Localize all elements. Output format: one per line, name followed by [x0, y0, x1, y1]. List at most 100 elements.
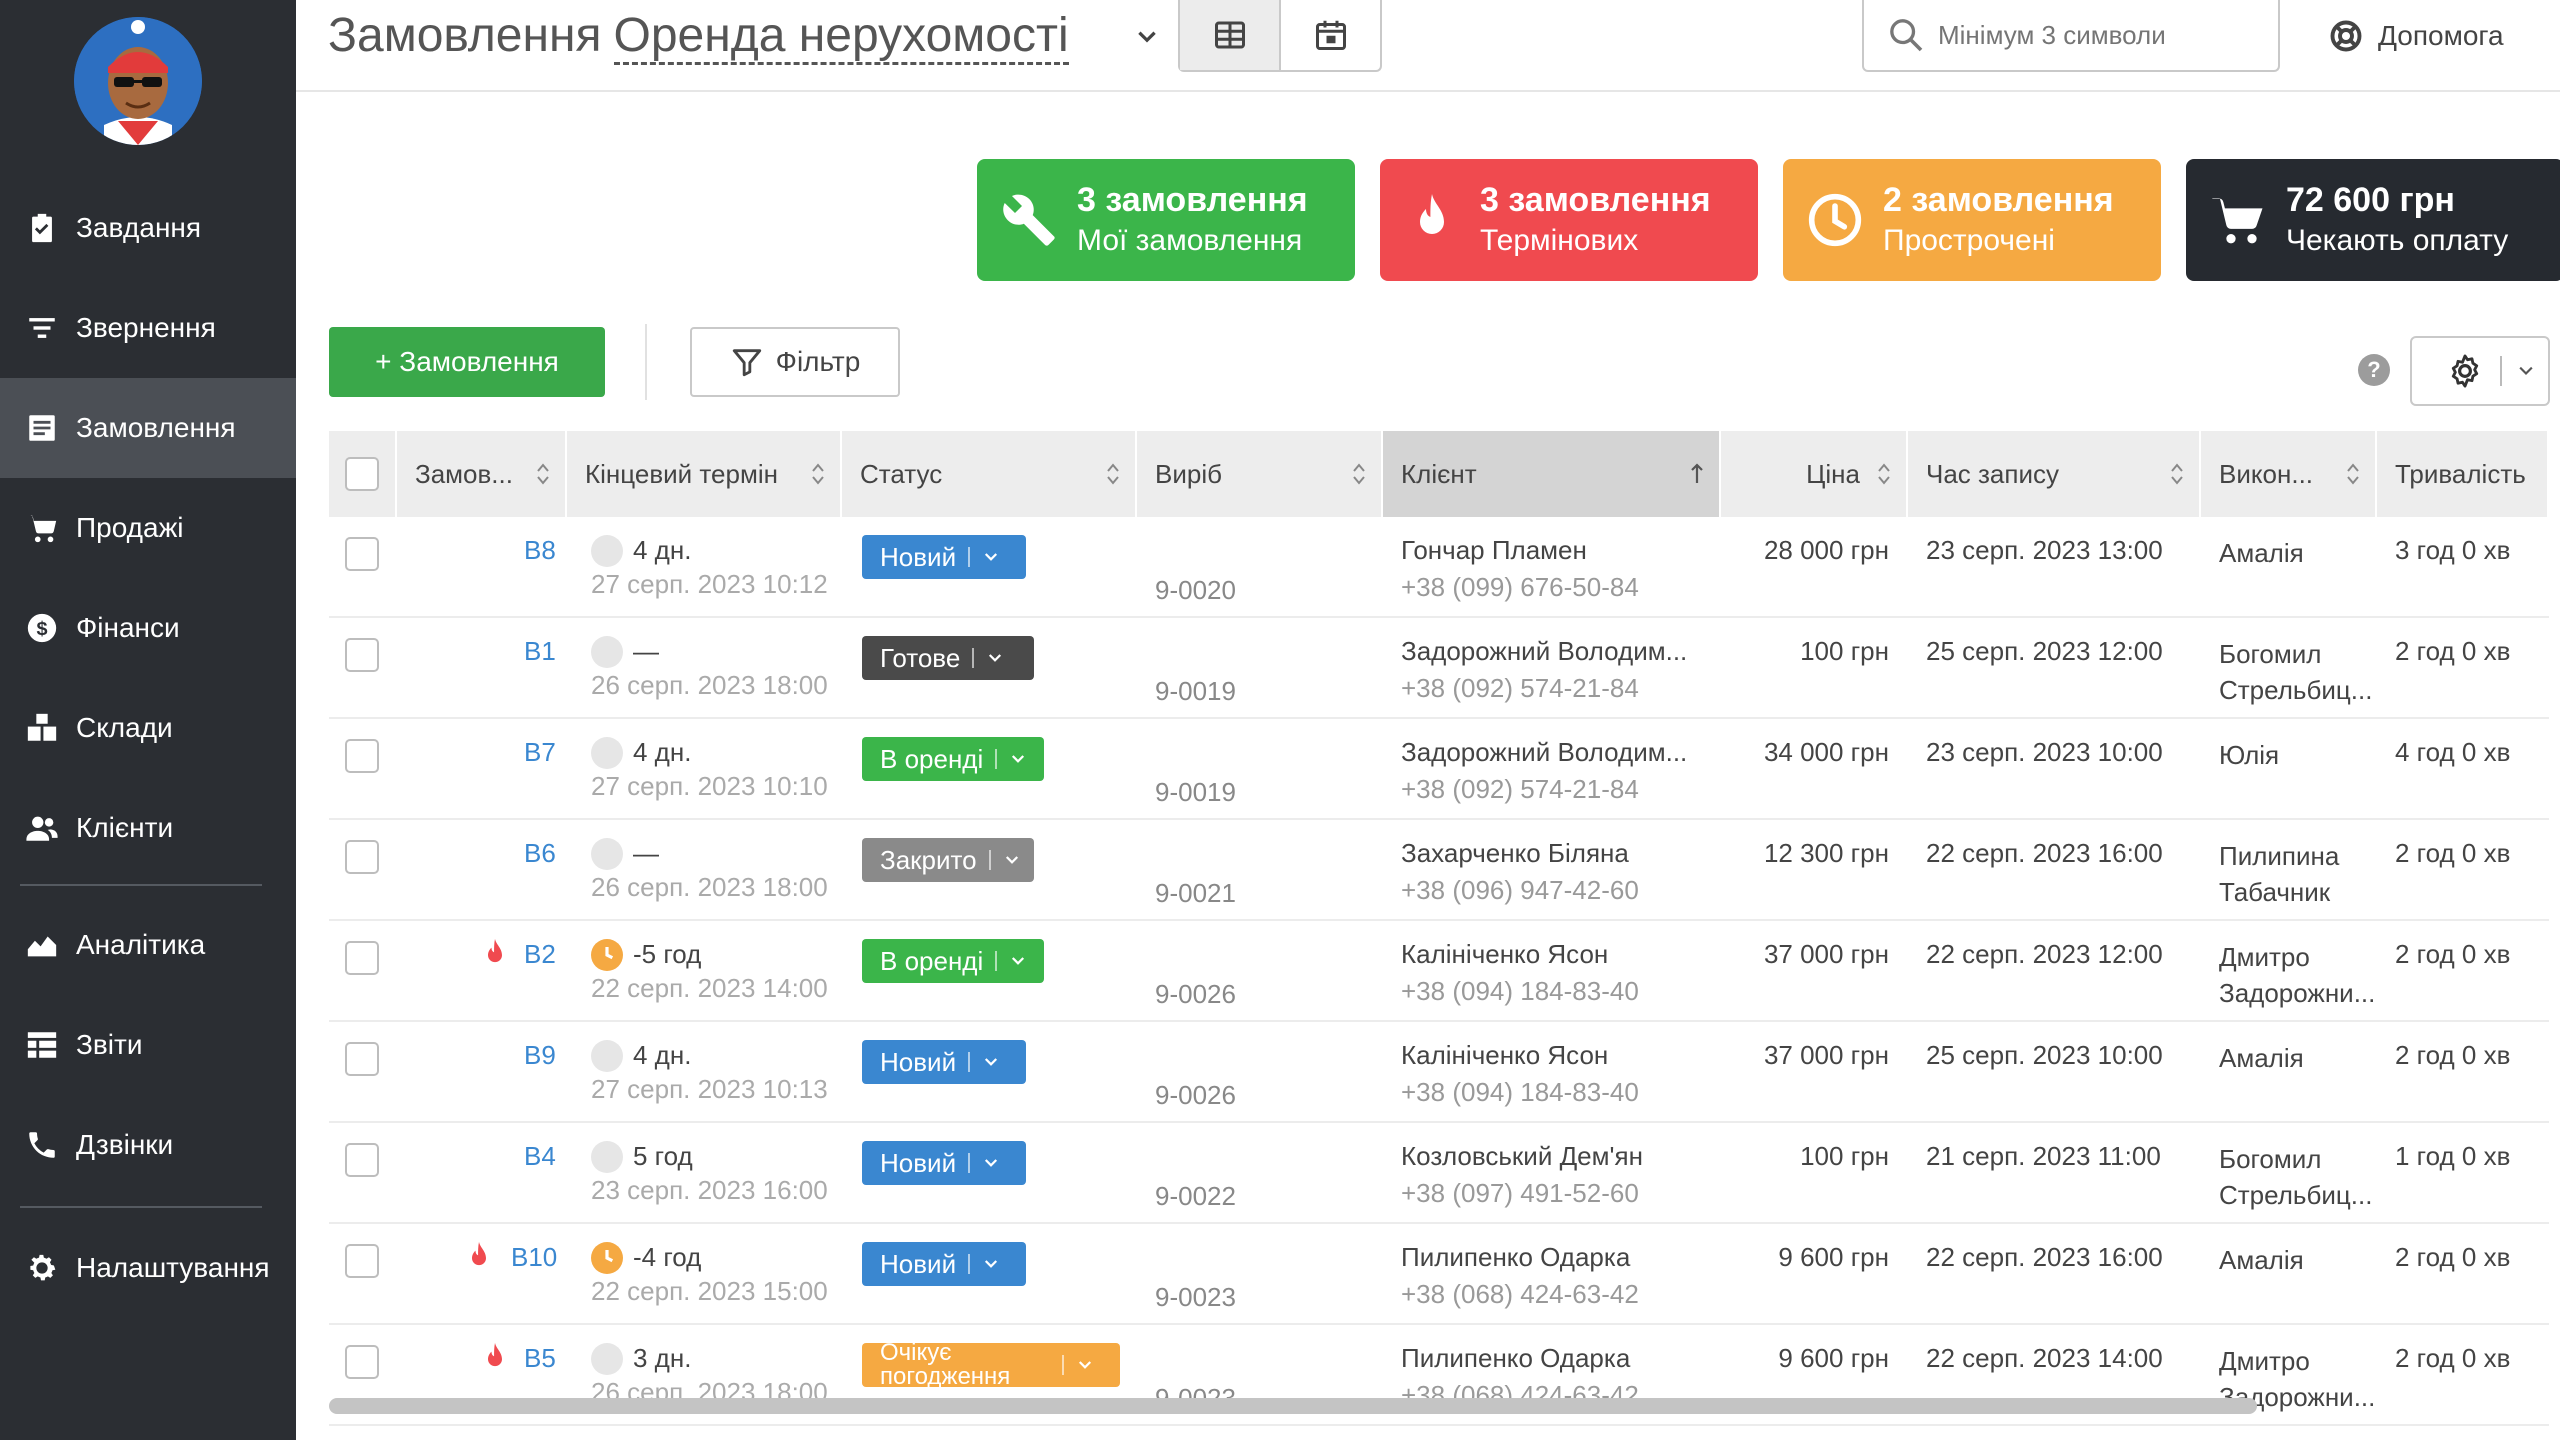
order-id-link[interactable]: B6	[524, 838, 556, 869]
column-header-deadline[interactable]: Кінцевий термін	[567, 431, 842, 517]
status-dropdown[interactable]: Закрито	[862, 838, 1034, 882]
select-all-checkbox[interactable]	[345, 457, 379, 491]
sidebar-item-warehouses[interactable]: Склади	[0, 678, 296, 778]
column-header-price[interactable]: Ціна	[1721, 431, 1908, 517]
order-id-link[interactable]: B10	[511, 1242, 557, 1273]
status-divider	[988, 850, 991, 870]
table-view-button[interactable]	[1180, 0, 1281, 70]
deadline-indicator-icon	[591, 1343, 623, 1375]
avatar[interactable]	[74, 17, 202, 145]
order-id-link[interactable]: B9	[524, 1040, 556, 1071]
deadline-indicator-icon	[591, 838, 623, 870]
sidebar-item-clients[interactable]: Клієнти	[0, 778, 296, 878]
order-id-link[interactable]: B2	[524, 939, 556, 970]
sidebar-item-sales[interactable]: Продажі	[0, 478, 296, 578]
report-icon	[22, 1025, 62, 1065]
help-question-icon[interactable]: ?	[2358, 354, 2390, 386]
client-phone: +38 (068) 424-63-42	[1401, 1279, 1639, 1309]
status-divider	[968, 1254, 971, 1274]
column-header-executor[interactable]: Викон...	[2201, 431, 2377, 517]
status-dropdown[interactable]: Очікує погодження	[862, 1341, 1120, 1389]
chevron-down-icon	[1012, 957, 1025, 965]
row-checkbox[interactable]	[345, 941, 379, 975]
table-row[interactable]: B4 5 год 23 серп. 2023 16:00 Новий 9-0022 Коз…	[329, 1123, 2549, 1224]
search-input[interactable]	[1938, 19, 2258, 51]
chevron-down-icon[interactable]	[1134, 24, 1160, 50]
column-header-order[interactable]: Замов...	[397, 431, 567, 517]
deadline-indicator-icon	[591, 737, 623, 769]
table-settings-button[interactable]	[2410, 336, 2550, 406]
order-id-link[interactable]: B7	[524, 737, 556, 768]
stat-card-overdue[interactable]: 2 замовлення Прострочені	[1783, 159, 2161, 281]
product-code: 9-0019	[1155, 676, 1236, 706]
status-dropdown[interactable]: Новий	[862, 1040, 1026, 1084]
sidebar-item-label: Дзвінки	[76, 1129, 174, 1160]
sidebar-item-reports[interactable]: Звіти	[0, 995, 296, 1095]
row-checkbox[interactable]	[345, 1345, 379, 1379]
status-dropdown[interactable]: Готове	[862, 636, 1034, 680]
column-header-client[interactable]: Клієнт	[1383, 431, 1721, 517]
order-id-link[interactable]: B8	[524, 535, 556, 566]
status-dropdown[interactable]: Новий	[862, 1242, 1026, 1286]
column-header-product[interactable]: Виріб	[1137, 431, 1383, 517]
stat-card-awaiting-payment[interactable]: 72 600 грн Чекають оплату	[2186, 159, 2560, 281]
row-checkbox[interactable]	[345, 739, 379, 773]
order-id-link[interactable]: B1	[524, 636, 556, 667]
deadline-date: 27 серп. 2023 10:10	[591, 771, 828, 801]
table-row[interactable]: B8 4 дн. 27 серп. 2023 10:12 Новий 9-0020 Гон…	[329, 517, 2549, 618]
client-phone: +38 (092) 574-21-84	[1401, 673, 1639, 703]
sidebar-item-tasks[interactable]: Завдання	[0, 178, 296, 278]
column-header-duration[interactable]: Тривалість	[2377, 431, 2549, 517]
sidebar-item-analytics[interactable]: Аналітика	[0, 895, 296, 995]
executor-first: Богомил	[2219, 1144, 2322, 1174]
order-id-link[interactable]: B4	[524, 1141, 556, 1172]
sidebar-divider	[20, 884, 262, 886]
executor-first: Амалія	[2219, 1245, 2304, 1275]
stat-count: 3 замовлення	[1480, 181, 1711, 219]
stat-label: Мої замовлення	[1077, 224, 1303, 257]
sidebar-item-settings[interactable]: Налаштування	[0, 1218, 296, 1318]
status-divider	[995, 951, 998, 971]
row-checkbox[interactable]	[345, 840, 379, 874]
view-toggle	[1178, 0, 1382, 72]
cart-icon	[2208, 190, 2268, 250]
table-row[interactable]: B7 4 дн. 27 серп. 2023 10:10 В оренді 9-0019…	[329, 719, 2549, 820]
table-row[interactable]: B10 -4 год 22 серп. 2023 15:00 Новий 9-0023 П…	[329, 1224, 2549, 1325]
table-row[interactable]: B2 -5 год 22 серп. 2023 14:00 В оренді 9-002…	[329, 921, 2549, 1022]
deadline-remaining: 3 дн.	[633, 1343, 692, 1373]
order-id-link[interactable]: B5	[524, 1343, 556, 1374]
help-link[interactable]: Допомога	[2328, 18, 2504, 54]
duration: 2 год 0 хв	[2395, 838, 2511, 868]
status-dropdown[interactable]: Новий	[862, 1141, 1026, 1185]
add-order-button[interactable]: + Замовлення	[329, 327, 605, 397]
filter-button[interactable]: Фільтр	[690, 327, 900, 397]
status-dropdown[interactable]: В оренді	[862, 939, 1044, 983]
sidebar-item-finance[interactable]: $ Фінанси	[0, 578, 296, 678]
overdue-clock-icon	[591, 1242, 623, 1274]
row-checkbox[interactable]	[345, 537, 379, 571]
status-dropdown[interactable]: В оренді	[862, 737, 1044, 781]
sidebar-item-orders[interactable]: Замовлення	[0, 378, 296, 478]
stat-card-my-orders[interactable]: 3 замовлення Мої замовлення	[977, 159, 1355, 281]
table-row[interactable]: B1—26 серп. 2023 18:00 Готове 9-0019 Задоро…	[329, 618, 2549, 719]
table-row[interactable]: B6—26 серп. 2023 18:00 Закрито 9-0021 Захар…	[329, 820, 2549, 921]
client-phone: +38 (096) 947-42-60	[1401, 875, 1639, 905]
row-checkbox[interactable]	[345, 1042, 379, 1076]
pipeline-selector[interactable]: Оренда нерухомості	[613, 9, 1069, 65]
row-checkbox[interactable]	[345, 1244, 379, 1278]
row-checkbox[interactable]	[345, 1143, 379, 1177]
horizontal-scrollbar[interactable]	[329, 1398, 2257, 1414]
column-header-status[interactable]: Статус	[842, 431, 1137, 517]
sidebar-item-requests[interactable]: Звернення	[0, 278, 296, 378]
calendar-view-button[interactable]	[1281, 0, 1380, 70]
executor-first: Юлія	[2219, 740, 2280, 770]
stat-card-urgent[interactable]: 3 замовлення Термінових	[1380, 159, 1758, 281]
status-divider	[1062, 1355, 1064, 1375]
column-header-record-time[interactable]: Час запису	[1908, 431, 2201, 517]
table-row[interactable]: B9 4 дн. 27 серп. 2023 10:13 Новий 9-0026 Кал…	[329, 1022, 2549, 1123]
row-checkbox[interactable]	[345, 638, 379, 672]
status-dropdown[interactable]: Новий	[862, 535, 1026, 579]
sidebar-item-calls[interactable]: Дзвінки	[0, 1095, 296, 1195]
executor: Юлія	[2219, 737, 2279, 773]
deadline-date: 27 серп. 2023 10:13	[591, 1074, 828, 1104]
